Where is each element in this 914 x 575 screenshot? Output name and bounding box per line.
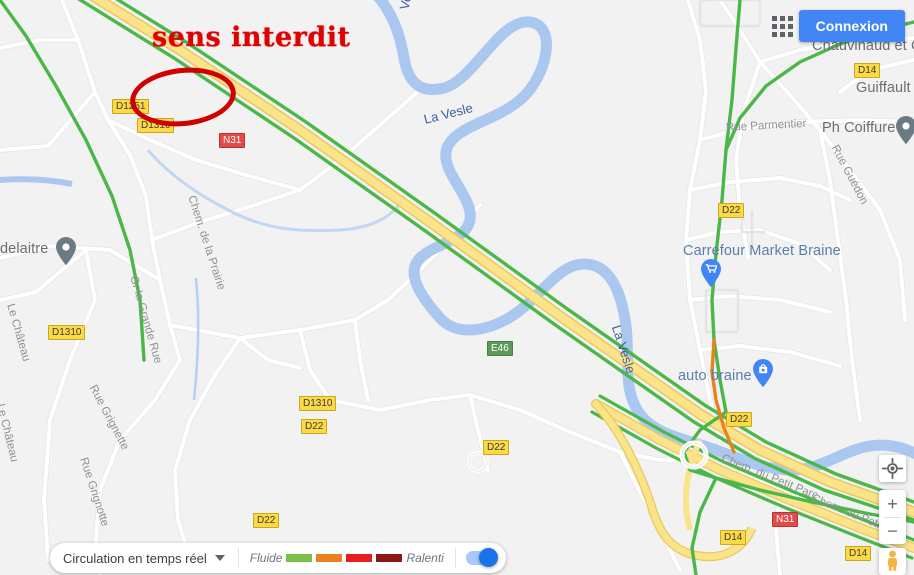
street-view-pegman-icon bbox=[888, 550, 897, 571]
road-shield: D22 bbox=[253, 513, 280, 528]
road-shield: D14 bbox=[854, 63, 881, 78]
my-location-icon bbox=[881, 457, 904, 480]
pin-carrefour-market[interactable] bbox=[700, 258, 722, 288]
annotation-text: sens interdit bbox=[152, 22, 351, 53]
legend-high-label: Ralenti bbox=[406, 551, 444, 565]
shopping-cart-icon bbox=[701, 259, 721, 288]
road-shield: D22 bbox=[483, 440, 510, 455]
legend-swatch-2 bbox=[346, 554, 373, 562]
street-view-pegman-button[interactable] bbox=[879, 548, 906, 575]
store-bag-icon bbox=[753, 359, 773, 388]
road-shield: E46 bbox=[487, 341, 513, 356]
legend-swatch-3 bbox=[376, 554, 403, 562]
legend-low-label: Fluide bbox=[249, 551, 283, 565]
place-dot-icon bbox=[896, 116, 914, 145]
road-shield: D14 bbox=[845, 546, 872, 561]
my-location-button[interactable] bbox=[879, 455, 906, 482]
road-shield: D14 bbox=[720, 530, 747, 545]
chevron-down-icon bbox=[214, 555, 225, 561]
traffic-mode-label: Circulation en temps réel bbox=[63, 550, 207, 566]
zoom-out-button[interactable]: − bbox=[879, 517, 906, 544]
traffic-toggle-switch[interactable] bbox=[465, 548, 498, 567]
zoom-controls[interactable]: + − bbox=[879, 490, 906, 544]
traffic-mode-dropdown[interactable]: Circulation en temps réel bbox=[50, 543, 238, 573]
legend-swatch-0 bbox=[286, 554, 313, 562]
pin-delaitre[interactable] bbox=[55, 236, 77, 266]
road-shield: D1310 bbox=[299, 396, 337, 411]
place-dot-icon bbox=[56, 237, 76, 266]
road-shield: D22 bbox=[726, 412, 753, 427]
apps-grid-icon[interactable] bbox=[772, 16, 798, 42]
traffic-legend: Fluide Ralenti bbox=[239, 551, 455, 565]
bar-divider-2 bbox=[454, 548, 456, 568]
pin-ph-coiffure[interactable] bbox=[895, 115, 914, 145]
road-shield: D22 bbox=[301, 419, 328, 434]
connexion-button[interactable]: Connexion bbox=[798, 10, 905, 42]
traffic-bottom-bar: Circulation en temps réel Fluide Ralenti bbox=[50, 543, 506, 573]
toggle-knob bbox=[478, 548, 498, 567]
map-application: Chauvinaud et C Guiffault Ph Coiffure Carre… bbox=[0, 0, 914, 575]
pin-auto-braine[interactable] bbox=[752, 358, 774, 388]
road-shield: D22 bbox=[718, 203, 745, 218]
legend-swatch-1 bbox=[316, 554, 343, 562]
zoom-divider bbox=[884, 517, 901, 518]
road-shield: N31 bbox=[772, 512, 799, 527]
road-shield: N31 bbox=[219, 133, 246, 148]
zoom-in-button[interactable]: + bbox=[879, 490, 906, 517]
road-shield: D1310 bbox=[48, 325, 86, 340]
